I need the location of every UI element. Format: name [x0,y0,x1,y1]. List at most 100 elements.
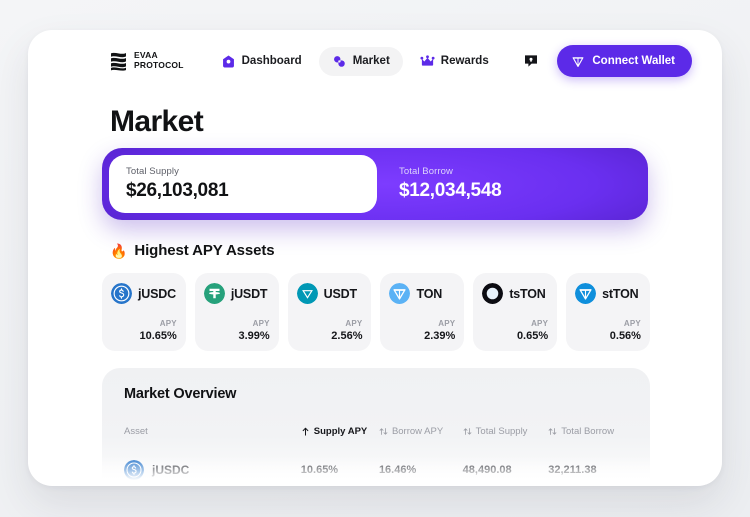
apy-card-header: jUSDT [203,283,270,304]
apy-card-header: jUSDC [111,283,177,304]
apy-card-symbol: jUSDC [138,286,176,301]
chat-bubble-icon[interactable] [523,53,539,69]
ton-diamond-icon [572,57,584,67]
nav-label-dashboard: Dashboard [241,55,302,67]
apy-card-symbol: USDT [323,286,357,301]
apy-card[interactable]: stTON APY 0.56% [566,273,650,351]
apy-value: 0.56% [609,330,641,342]
evaa-logo-icon [111,52,126,71]
top-navigation-bar: EVAA PROTOCOL Dashboard Market Rewards C… [28,30,722,92]
column-label-total-supply: Total Supply [475,426,528,437]
home-icon [222,55,234,67]
highest-apy-heading: 🔥 Highest APY Assets [110,242,275,259]
totals-banner: Total Supply $26,103,081 Total Borrow $1… [102,148,648,220]
total-supply-label: Total Supply [126,166,179,177]
apy-label: APY [531,319,549,328]
apy-label: APY [438,319,456,328]
apy-label: APY [345,319,363,328]
column-header-total-supply[interactable]: Total Supply [463,426,549,437]
column-label-borrow-apy: Borrow APY [391,426,444,437]
apy-card-footer: APY 2.39% [389,319,455,342]
apy-value: 0.65% [516,330,549,342]
table-cell-asset-name: jUSDC [152,463,190,477]
apy-card-footer: APY 2.56% [297,319,363,342]
market-overview-panel: Market Overview Asset Supply APY Borrow … [102,368,650,486]
column-header-asset[interactable]: Asset [124,426,301,437]
table-cell-borrow-apy: 16.46% [378,464,417,476]
total-borrow-value: $12,034,548 [399,180,502,201]
connect-wallet-label: Connect Wallet [592,55,675,67]
apy-card[interactable]: USDT APY 2.56% [287,273,372,351]
sort-asc-icon [302,427,309,436]
connect-wallet-button[interactable]: Connect Wallet [557,45,692,77]
total-supply-card: Total Supply $26,103,081 [109,155,377,213]
nav-item-market[interactable]: Market [318,46,403,76]
table-cell-asset: jUSDC [124,460,301,480]
apy-value: 2.39% [424,330,456,342]
crown-icon [420,54,435,66]
column-header-supply-apy[interactable]: Supply APY [301,426,379,437]
column-label-total-borrow: Total Borrow [561,426,615,437]
apy-label: APY [623,319,641,328]
table-cell-total-supply: 48,490.08 [462,464,512,476]
topbar-actions: Connect Wallet [523,45,692,77]
ton-coin-icon [389,283,411,304]
apy-card-symbol: TON [416,286,443,301]
apy-value: 10.65% [139,330,177,342]
apy-card-symbol: jUSDT [230,286,268,301]
nav-label-market: Market [352,55,390,67]
usdt-ton-coin-icon [296,283,318,304]
total-borrow-card: Total Borrow $12,034,548 [377,166,502,202]
apy-card-header: stTON [575,283,641,304]
usdc-coin-icon [111,283,132,304]
tston-coin-icon [482,283,504,304]
usdt-coin-icon [203,283,225,304]
column-header-borrow-apy[interactable]: Borrow APY [379,426,463,437]
table-cell-total-borrow: 32,211.38 [548,464,597,476]
nav-label-rewards: Rewards [440,55,489,67]
sort-both-icon [548,428,557,435]
total-supply-value: $26,103,081 [126,180,229,201]
nav-item-rewards[interactable]: Rewards [407,47,502,76]
page-title: Market [110,105,204,138]
nav-item-dashboard[interactable]: Dashboard [208,47,315,76]
apy-card-footer: APY 10.65% [111,319,177,342]
usdc-coin-icon [124,460,144,480]
apy-label: APY [159,319,177,328]
fire-icon: 🔥 [110,242,128,259]
stton-coin-icon [575,283,597,304]
apy-card-footer: APY 0.65% [482,319,548,342]
highest-apy-card-list: jUSDC APY 10.65% jUSDT APY 3.99% USDT AP… [102,273,650,351]
column-label-supply-apy: Supply APY [313,426,368,437]
apy-card[interactable]: tsTON APY 0.65% [473,273,558,351]
table-cell-supply-apy: 10.65% [300,464,339,476]
total-borrow-label: Total Borrow [399,166,453,177]
brand-name: EVAA PROTOCOL [134,50,184,70]
column-label-asset: Asset [124,426,148,437]
apy-card[interactable]: jUSDC APY 10.65% [102,273,186,351]
apy-label: APY [252,319,270,328]
sort-both-icon [379,428,388,435]
market-icon [333,55,345,67]
main-nav: Dashboard Market Rewards [208,46,502,76]
highest-apy-title: Highest APY Assets [134,242,275,259]
apy-card-header: TON [389,283,455,304]
app-window: EVAA PROTOCOL Dashboard Market Rewards C… [28,30,722,486]
column-header-total-borrow[interactable]: Total Borrow [548,426,632,437]
market-table-header: Asset Supply APY Borrow APY Total Supply… [102,426,650,437]
apy-card[interactable]: jUSDT APY 3.99% [194,273,279,351]
apy-card-footer: APY 3.99% [204,319,270,342]
sort-both-icon [463,428,472,435]
apy-card-symbol: stTON [602,286,639,301]
apy-card[interactable]: TON APY 2.39% [380,273,465,351]
apy-card-symbol: tsTON [509,286,546,301]
apy-card-header: tsTON [482,283,548,304]
apy-card-footer: APY 0.56% [575,319,641,342]
app-background: EVAA PROTOCOL Dashboard Market Rewards C… [0,0,750,517]
apy-value: 3.99% [238,330,270,342]
market-overview-title: Market Overview [124,386,237,402]
brand-logo[interactable]: EVAA PROTOCOL [110,51,184,71]
apy-value: 2.56% [331,330,363,342]
table-row[interactable]: jUSDC 10.65% 16.46% 48,490.08 32,211.38 [102,454,650,486]
apy-card-header: USDT [296,283,363,304]
